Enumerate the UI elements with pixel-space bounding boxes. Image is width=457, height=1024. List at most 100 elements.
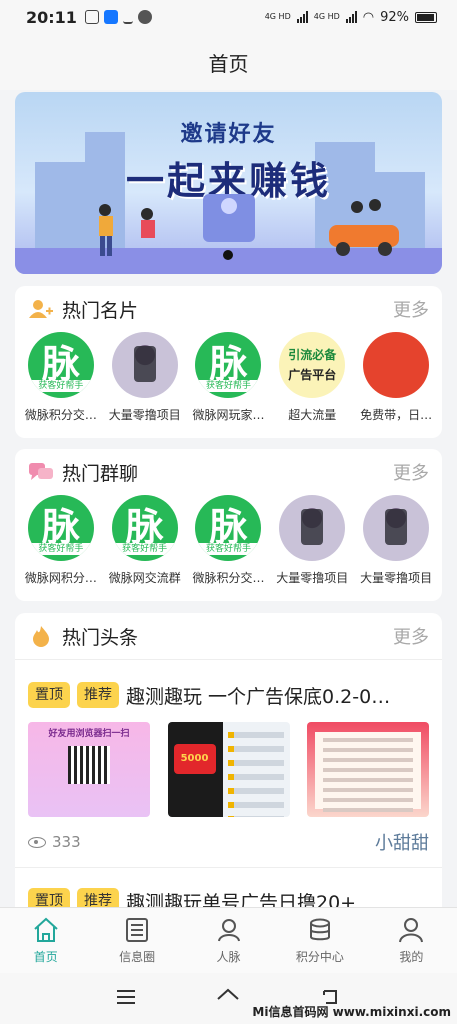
red-envelope-icon	[203, 194, 255, 242]
hot-news-section: 热门头条 更多 置顶 推荐 趣测趣玩 一个广告保底0.2-0… 好友用浏览器扫一…	[15, 613, 442, 914]
section-title: 热门头条	[62, 626, 139, 649]
section-header: 热门群聊 更多	[15, 449, 442, 495]
group-label: 大量零撸项目	[276, 571, 349, 585]
tab-contacts[interactable]: 人脉	[183, 908, 274, 973]
avatar-subtext: 获客好帮手	[195, 380, 262, 392]
card-item[interactable]: 免费带，日…	[354, 332, 438, 423]
card-label: 免费带，日…	[360, 408, 433, 422]
card-label: 超大流量	[288, 408, 337, 422]
section-title: 热门名片	[62, 299, 139, 322]
avatar	[363, 495, 430, 561]
menu-icon[interactable]	[114, 985, 138, 1009]
post-thumbnail[interactable]	[307, 722, 429, 817]
avatar: 脉 获客好帮手	[195, 495, 262, 561]
flame-icon	[33, 626, 49, 647]
add-contact-icon	[29, 300, 53, 318]
alipay-icon	[103, 10, 118, 24]
people-illustration	[99, 204, 155, 256]
hot-cards-section: 热门名片 更多 脉 获客好帮手 微脉积分交… 大量零撸项目 脉 获客好帮手 微脉…	[15, 286, 442, 438]
section-header: 热门名片 更多	[15, 286, 442, 332]
post-meta: 333 小甜甜	[28, 817, 429, 867]
tab-points-center[interactable]: 积分中心	[274, 908, 365, 973]
group-list: 脉 获客好帮手 微脉网积分… 脉 获客好帮手 微脉网交流群 脉 获客好帮手 微脉…	[15, 495, 442, 586]
avatar: 脉 获客好帮手	[195, 332, 262, 398]
group-label: 微脉积分交…	[192, 571, 265, 585]
tab-info-circle[interactable]: 信息圈	[91, 908, 182, 973]
eye-icon	[28, 836, 46, 848]
qr-code	[68, 746, 110, 784]
card-item[interactable]: 脉 获客好帮手 微脉积分交…	[19, 332, 103, 423]
reward-list	[227, 732, 284, 817]
group-item[interactable]: 脉 获客好帮手 微脉网交流群	[103, 495, 187, 586]
avatar: 脉 获客好帮手	[27, 332, 94, 398]
page-header: 首页	[0, 34, 457, 90]
tab-home[interactable]: 首页	[0, 908, 91, 973]
chat-bubbles-icon	[29, 463, 53, 480]
system-nav-bar: Mi信息首码网 www.mixinxi.com	[0, 973, 457, 1024]
post-title-row: 置顶 推荐 趣测趣玩 一个广告保底0.2-0…	[28, 676, 429, 714]
card-list: 脉 获客好帮手 微脉积分交… 大量零撸项目 脉 获客好帮手 微脉网玩家… 引流必…	[15, 332, 442, 423]
avatar: 脉 获客好帮手	[111, 495, 178, 561]
bottom-tab-bar: 首页 信息圈 人脉 积分中心 我的	[0, 907, 457, 973]
tab-label: 积分中心	[295, 950, 344, 964]
more-link[interactable]: 更多	[393, 296, 429, 322]
hot-groups-section: 热门群聊 更多 脉 获客好帮手 微脉网积分… 脉 获客好帮手 微脉网交流群 脉 …	[15, 449, 442, 601]
more-link[interactable]: 更多	[393, 459, 429, 485]
avatar: 引流必备 广告平台	[279, 332, 346, 398]
wifi-icon: ◠	[362, 9, 375, 25]
thumbnail-caption: 5000	[173, 744, 216, 774]
post-thumbnails: 好友用浏览器扫一扫 5000	[28, 722, 429, 817]
avatar-text: 引流必备	[288, 348, 337, 362]
wechat-icon	[137, 10, 152, 24]
banner-carousel[interactable]: 邀请好友 一起来赚钱	[15, 92, 442, 274]
page-title: 首页	[208, 51, 249, 76]
card-item[interactable]: 大量零撸项目	[103, 332, 187, 423]
pinned-badge: 置顶	[28, 682, 70, 708]
carousel-indicator[interactable]	[223, 250, 233, 260]
status-bar: 20:11 4G HD 4G HD ◠ 92%	[0, 0, 457, 34]
view-count-value: 333	[52, 833, 81, 851]
status-time: 20:11	[26, 7, 77, 27]
car-illustration	[329, 199, 399, 256]
group-label: 微脉网交流群	[108, 571, 181, 585]
person-icon	[217, 919, 240, 942]
signal-label-2: 4G HD	[313, 12, 340, 21]
home-icon	[34, 917, 58, 942]
avatar-subtext: 获客好帮手	[27, 543, 94, 555]
group-item[interactable]: 大量零撸项目	[354, 495, 438, 586]
thumbnail-caption: 好友用浏览器扫一扫	[48, 729, 130, 739]
avatar	[111, 332, 178, 398]
post-title[interactable]: 趣测趣玩 一个广告保底0.2-0…	[126, 682, 429, 709]
avatar	[279, 495, 346, 561]
post-thumbnail[interactable]: 好友用浏览器扫一扫	[28, 722, 150, 817]
signal-icon	[345, 11, 357, 23]
group-item[interactable]: 脉 获客好帮手 微脉积分交…	[187, 495, 271, 586]
avatar-subtext: 获客好帮手	[195, 543, 262, 555]
signal-label-1: 4G HD	[264, 12, 291, 21]
tab-label: 我的	[399, 950, 424, 964]
tab-me[interactable]: 我的	[366, 908, 457, 973]
tab-label: 人脉	[216, 950, 241, 964]
post-thumbnail[interactable]: 5000	[167, 722, 290, 817]
avatar-subtext: 获客好帮手	[111, 543, 178, 555]
document-preview	[315, 732, 421, 812]
list-icon	[126, 918, 149, 942]
group-label: 微脉网积分…	[24, 571, 97, 585]
app-notification-icon	[84, 10, 99, 24]
group-item[interactable]: 大量零撸项目	[270, 495, 354, 586]
post-author[interactable]: 小甜甜	[375, 829, 429, 855]
card-item[interactable]: 脉 获客好帮手 微脉网玩家…	[187, 332, 271, 423]
more-link[interactable]: 更多	[393, 623, 429, 649]
group-item[interactable]: 脉 获客好帮手 微脉网积分…	[19, 495, 103, 586]
tab-label: 信息圈	[119, 950, 156, 964]
card-item[interactable]: 引流必备 广告平台 超大流量	[270, 332, 354, 423]
profile-icon	[399, 918, 424, 943]
home-nav-icon[interactable]	[216, 985, 240, 1009]
banner-headline: 邀请好友	[180, 122, 277, 147]
avatar	[363, 332, 430, 398]
news-post[interactable]: 置顶 推荐 趣测趣玩 一个广告保底0.2-0… 好友用浏览器扫一扫 5000 3…	[15, 660, 442, 867]
section-header: 热门头条 更多	[15, 613, 442, 659]
tab-label: 首页	[33, 950, 58, 964]
group-label: 大量零撸项目	[360, 571, 433, 585]
signal-icon	[296, 11, 308, 23]
